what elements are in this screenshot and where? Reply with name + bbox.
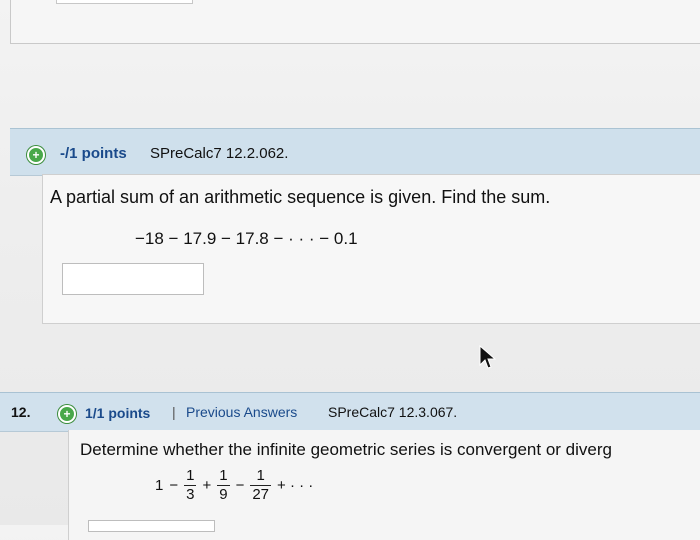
fraction: 1 27 xyxy=(250,467,272,503)
mouse-pointer-icon xyxy=(479,345,497,369)
series-operator: − xyxy=(169,477,179,494)
question-text: Determine whether the infinite geometric… xyxy=(80,440,612,459)
series-operator: + xyxy=(202,477,212,494)
answer-dropdown[interactable] xyxy=(88,520,215,532)
question-text: A partial sum of an arithmetic sequence … xyxy=(50,187,551,207)
sequence-expression: −18 − 17.9 − 17.8 − · · · − 0.1 xyxy=(135,229,358,248)
denominator: 9 xyxy=(219,486,228,503)
denominator: 27 xyxy=(252,486,270,503)
plus-circle-icon[interactable]: + xyxy=(27,146,45,164)
sum-answer-input[interactable] xyxy=(62,263,204,295)
previous-answers-link[interactable]: Previous Answers xyxy=(186,404,297,420)
question-number: 12. xyxy=(11,404,31,420)
fraction: 1 3 xyxy=(184,467,197,503)
series-term: 1 xyxy=(155,477,164,494)
points-label: 1/1 points xyxy=(85,405,151,421)
question-reference: SPreCalc7 12.3.067. xyxy=(328,404,458,420)
numerator: 1 xyxy=(219,467,228,484)
numerator: 1 xyxy=(256,467,265,484)
geometric-series-expression: 1 − 1 3 + 1 9 − 1 27 + · · · xyxy=(155,468,313,503)
previous-question-card xyxy=(10,0,700,44)
fraction: 1 9 xyxy=(217,467,230,503)
plus-circle-icon[interactable]: + xyxy=(58,405,76,423)
numerator: 1 xyxy=(186,467,195,484)
previous-answer-input[interactable] xyxy=(56,0,193,4)
separator: | xyxy=(172,404,176,420)
series-operator: − xyxy=(235,477,245,494)
points-label: -/1 points xyxy=(60,145,127,162)
series-tail: + · · · xyxy=(277,477,314,494)
question-reference: SPreCalc7 12.2.062. xyxy=(150,145,289,162)
denominator: 3 xyxy=(186,486,195,503)
